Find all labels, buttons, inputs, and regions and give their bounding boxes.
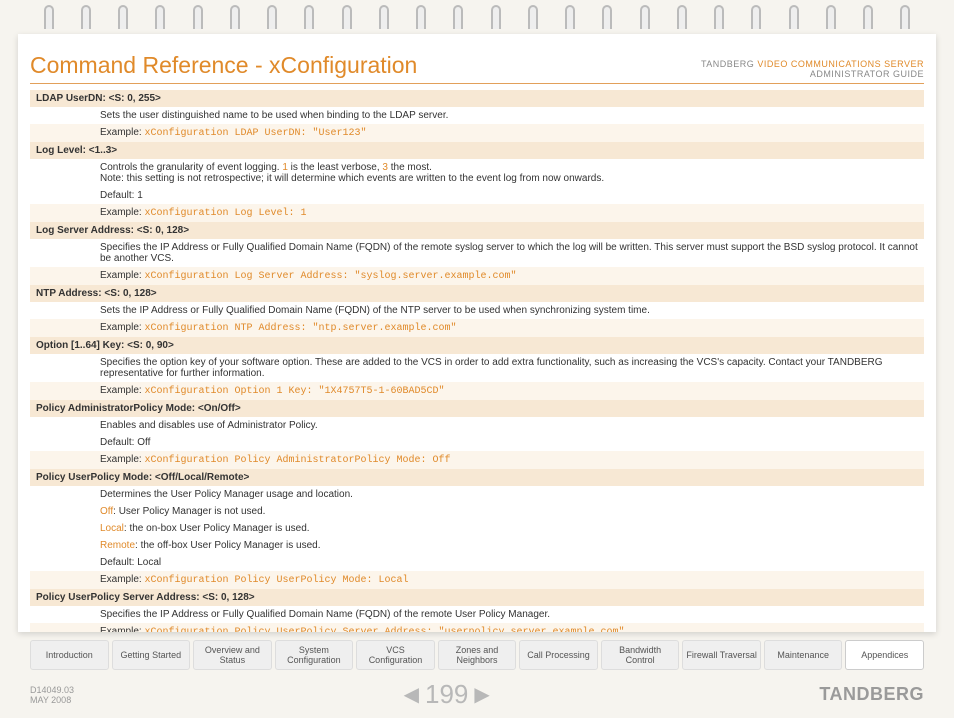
command-header: Policy UserPolicy Mode: <Off/Local/Remot…: [30, 469, 924, 486]
tab-introduction[interactable]: Introduction: [30, 640, 109, 670]
page-body: Command Reference - xConfiguration TANDB…: [18, 34, 936, 632]
command-desc: Specifies the option key of your softwar…: [30, 354, 924, 382]
command-table: LDAP UserDN: <S: 0, 255>Sets the user di…: [30, 90, 924, 632]
command-desc: Sets the IP Address or Fully Qualified D…: [30, 302, 924, 319]
command-option: Off: User Policy Manager is not used.: [30, 503, 924, 520]
command-desc: Sets the user distinguished name to be u…: [30, 107, 924, 124]
doc-id: D14049.03MAY 2008: [30, 685, 74, 705]
command-example: Example: xConfiguration Log Level: 1: [30, 204, 924, 222]
command-example: Example: xConfiguration Policy UserPolic…: [30, 623, 924, 632]
spiral-binding: [0, 0, 954, 34]
command-header: Log Level: <1..3>: [30, 142, 924, 159]
command-header: Option [1..64] Key: <S: 0, 90>: [30, 337, 924, 354]
command-example: Example: xConfiguration Policy Administr…: [30, 451, 924, 469]
command-header: Policy UserPolicy Server Address: <S: 0,…: [30, 589, 924, 606]
command-default: Default: Off: [30, 434, 924, 451]
tab-call-processing[interactable]: Call Processing: [519, 640, 598, 670]
command-desc: Specifies the IP Address or Fully Qualif…: [30, 239, 924, 267]
tab-appendices[interactable]: Appendices: [845, 640, 924, 670]
header-right: TANDBERG VIDEO COMMUNICATIONS SERVER ADM…: [701, 59, 924, 79]
tab-overview-and-status[interactable]: Overview and Status: [193, 640, 272, 670]
command-example: Example: xConfiguration LDAP UserDN: "Us…: [30, 124, 924, 142]
command-default: Default: 1: [30, 187, 924, 204]
page-footer: D14049.03MAY 2008 ◀ 199 ▶ TANDBERG: [30, 679, 924, 710]
tab-bandwidth-control[interactable]: Bandwidth Control: [601, 640, 680, 670]
command-example: Example: xConfiguration Log Server Addre…: [30, 267, 924, 285]
command-default: Default: Local: [30, 554, 924, 571]
command-desc: Controls the granularity of event loggin…: [30, 159, 924, 187]
command-option: Remote: the off-box User Policy Manager …: [30, 537, 924, 554]
command-example: Example: xConfiguration Option 1 Key: "1…: [30, 382, 924, 400]
tab-system-configuration[interactable]: System Configuration: [275, 640, 354, 670]
nav-tabs: IntroductionGetting StartedOverview and …: [30, 640, 924, 670]
command-option: Local: the on-box User Policy Manager is…: [30, 520, 924, 537]
command-example: Example: xConfiguration Policy UserPolic…: [30, 571, 924, 589]
command-header: LDAP UserDN: <S: 0, 255>: [30, 90, 924, 107]
page-title: Command Reference - xConfiguration: [30, 52, 417, 79]
page-number: ◀ 199 ▶: [404, 679, 490, 710]
command-header: Log Server Address: <S: 0, 128>: [30, 222, 924, 239]
command-desc: Determines the User Policy Manager usage…: [30, 486, 924, 503]
tab-getting-started[interactable]: Getting Started: [112, 640, 191, 670]
next-page-arrow[interactable]: ▶: [474, 682, 489, 707]
brand-logo: TANDBERG: [819, 684, 924, 705]
tab-maintenance[interactable]: Maintenance: [764, 640, 843, 670]
tab-vcs-configuration[interactable]: VCS Configuration: [356, 640, 435, 670]
tab-zones-and-neighbors[interactable]: Zones and Neighbors: [438, 640, 517, 670]
tab-firewall-traversal[interactable]: Firewall Traversal: [682, 640, 761, 670]
command-desc: Enables and disables use of Administrato…: [30, 417, 924, 434]
command-header: NTP Address: <S: 0, 128>: [30, 285, 924, 302]
command-example: Example: xConfiguration NTP Address: "nt…: [30, 319, 924, 337]
command-desc: Specifies the IP Address or Fully Qualif…: [30, 606, 924, 623]
command-header: Policy AdministratorPolicy Mode: <On/Off…: [30, 400, 924, 417]
prev-page-arrow[interactable]: ◀: [404, 682, 419, 707]
